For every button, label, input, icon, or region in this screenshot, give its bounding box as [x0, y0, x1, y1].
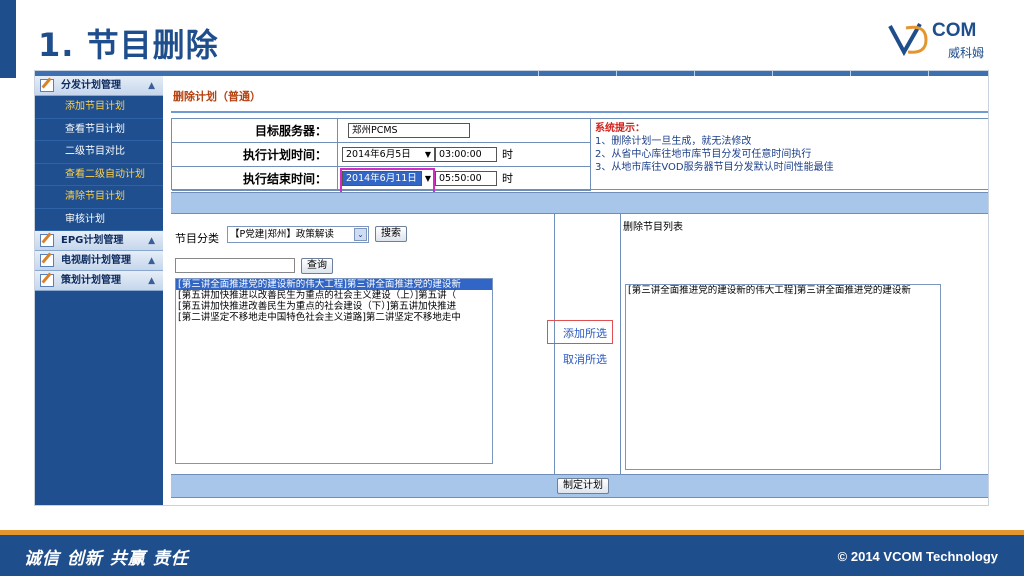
- list-item[interactable]: [第二讲坚定不移地走中国特色社会主义道路]第二讲坚定不移地走中: [176, 312, 492, 323]
- sidebar-item-view-program-plan[interactable]: 查看节目计划: [35, 119, 163, 141]
- list-item[interactable]: [第三讲全面推进党的建设新的伟大工程]第三讲全面推进党的建设新: [176, 279, 492, 290]
- query-input[interactable]: [175, 258, 295, 273]
- chevron-down-icon[interactable]: ⌄: [354, 228, 367, 241]
- list-item[interactable]: [第三讲全面推进党的建设新的伟大工程]第三讲全面推进党的建设新: [626, 285, 940, 296]
- edit-icon: [40, 79, 54, 92]
- end-time-label: 执行结束时间：: [172, 167, 338, 191]
- vcom-logo: COM 威科姆: [886, 18, 998, 62]
- left-accent-bar: [0, 0, 16, 78]
- category-label: 节目分类: [175, 232, 219, 245]
- start-time-input[interactable]: 03:00:00: [435, 147, 497, 162]
- divider-band: [171, 192, 988, 214]
- query-button[interactable]: 查询: [301, 258, 333, 274]
- category-value: 【P党建|郑州】政策解读: [230, 229, 334, 240]
- sidebar: 分发计划管理 ▲ 添加节目计划 查看节目计划 二级节目对比 查看二级自动计划 清…: [35, 76, 163, 505]
- collapse-arrow-icon[interactable]: ▲: [148, 271, 155, 291]
- target-server-input[interactable]: 郑州PCMS: [348, 123, 470, 138]
- category-select[interactable]: 【P党建|郑州】政策解读 ⌄: [227, 226, 369, 243]
- edit-icon: [40, 234, 54, 247]
- action-panel: 添加所选 取消所选: [547, 214, 621, 474]
- start-date-value: 2014年6月5日: [346, 149, 411, 160]
- sidebar-group-tv-series[interactable]: 电视剧计划管理 ▲: [35, 251, 163, 271]
- collapse-arrow-icon[interactable]: ▲: [148, 231, 155, 251]
- row-target-server: 目标服务器： 郑州PCMS: [172, 119, 590, 143]
- add-selected-link[interactable]: 添加所选: [563, 325, 607, 341]
- sidebar-group-label: 分发计划管理: [61, 80, 121, 91]
- page-title: 删除计划（普通）: [173, 90, 261, 103]
- slide-footer: 诚信 创新 共赢 责任 © 2014 VCOM Technology: [0, 535, 1024, 576]
- system-hint-line: 3、从地市库往VOD服务器节目分发默认时间性能最佳: [595, 162, 834, 173]
- make-plan-button[interactable]: 制定计划: [557, 478, 609, 494]
- slide-title: 1. 节目删除: [38, 26, 219, 64]
- sidebar-group-label: 电视剧计划管理: [61, 255, 131, 266]
- bottom-band: 制定计划: [171, 474, 988, 498]
- logo-text: COM: [932, 20, 977, 41]
- cancel-selected-link[interactable]: 取消所选: [563, 351, 607, 367]
- sidebar-group-label: EPG计划管理: [61, 235, 124, 246]
- sidebar-item-add-program-plan[interactable]: 添加节目计划: [35, 96, 163, 119]
- program-source-panel: 节目分类 【P党建|郑州】政策解读 ⌄ 搜索 查询 [第三讲全面推进党的建设新的…: [171, 214, 555, 474]
- main-header: 删除计划（普通）: [171, 76, 988, 113]
- sidebar-group-planning[interactable]: 策划计划管理 ▲: [35, 271, 163, 291]
- sidebar-item-view-auto-plan[interactable]: 查看二级自动计划: [35, 164, 163, 186]
- footer-copyright: © 2014 VCOM Technology: [837, 549, 998, 564]
- target-server-label: 目标服务器：: [172, 119, 338, 143]
- logo-subtext: 威科姆: [948, 46, 985, 60]
- edit-icon: [40, 254, 54, 267]
- end-time-input[interactable]: 05:50:00: [435, 171, 497, 186]
- sidebar-item-clear-program-plan[interactable]: 清除节目计划: [35, 186, 163, 209]
- vcom-logo-icon: [888, 23, 928, 57]
- footer-slogan: 诚信 创新 共赢 责任: [24, 549, 189, 569]
- list-item[interactable]: [第五讲加快推进以改善民生为重点的社会主义建设（上）]第五讲（: [176, 290, 492, 301]
- start-unit: 时: [502, 148, 513, 161]
- delete-list-title: 删除节目列表: [623, 222, 683, 233]
- system-hint-line: 1、删除计划一旦生成，就无法修改: [595, 136, 752, 147]
- program-source-list[interactable]: [第三讲全面推进党的建设新的伟大工程]第三讲全面推进党的建设新 [第五讲加快推进…: [175, 278, 493, 464]
- delete-program-list[interactable]: [第三讲全面推进党的建设新的伟大工程]第三讲全面推进党的建设新: [625, 284, 941, 470]
- slide-header: 1. 节目删除 COM 威科姆: [0, 0, 1024, 78]
- edit-icon: [40, 274, 54, 287]
- start-time-label: 执行计划时间：: [172, 143, 338, 167]
- system-hint-title: 系统提示：: [595, 123, 645, 134]
- search-button[interactable]: 搜索: [375, 226, 407, 242]
- end-unit: 时: [502, 172, 513, 185]
- list-item[interactable]: [第五讲加快推进改善民生为重点的社会建设（下）]第五讲加快推进: [176, 301, 492, 312]
- dropdown-arrow-icon[interactable]: ▼: [423, 147, 433, 162]
- start-date-picker[interactable]: 2014年6月5日: [342, 147, 435, 162]
- sidebar-group-epg[interactable]: EPG计划管理 ▲: [35, 231, 163, 251]
- collapse-arrow-icon[interactable]: ▲: [148, 251, 155, 271]
- plan-form: 目标服务器： 郑州PCMS 执行计划时间： 2014年6月5日 ▼ 03:00:…: [171, 118, 988, 191]
- system-hint-line: 2、从省中心库往地市库节目分发可任意时间执行: [595, 149, 812, 160]
- delete-list-panel: 删除节目列表 [第三讲全面推进党的建设新的伟大工程]第三讲全面推进党的建设新: [621, 214, 988, 474]
- sidebar-group-distribution[interactable]: 分发计划管理 ▲: [35, 76, 163, 96]
- main-content: 删除计划（普通） 目标服务器： 郑州PCMS 执行计划时间： 2014年6月5日…: [171, 76, 988, 505]
- collapse-arrow-icon[interactable]: ▲: [148, 76, 155, 96]
- row-start-time: 执行计划时间： 2014年6月5日 ▼ 03:00:00 时: [172, 143, 590, 167]
- sidebar-item-secondary-compare[interactable]: 二级节目对比: [35, 141, 163, 164]
- system-hint: 系统提示： 1、删除计划一旦生成，就无法修改 2、从省中心库往地市库节目分发可任…: [590, 119, 988, 191]
- sidebar-group-label: 策划计划管理: [61, 275, 121, 286]
- sidebar-item-review-plan[interactable]: 审核计划: [35, 209, 163, 231]
- app-screenshot: 分发计划管理 ▲ 添加节目计划 查看节目计划 二级节目对比 查看二级自动计划 清…: [34, 70, 989, 506]
